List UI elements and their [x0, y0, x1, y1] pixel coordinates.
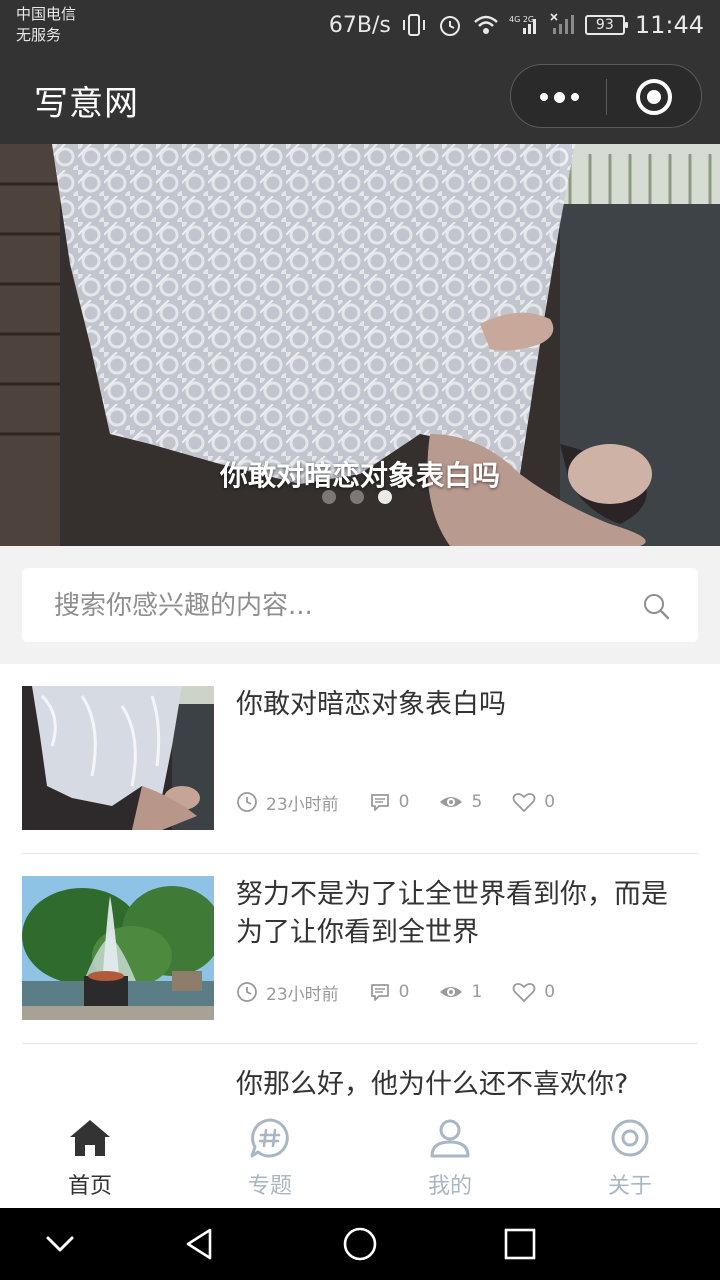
article-thumbnail[interactable] [22, 686, 214, 830]
more-dot-icon [570, 93, 579, 101]
recents-icon[interactable] [502, 1226, 538, 1262]
tab-label: 关于 [607, 1174, 652, 1199]
carousel-dot[interactable] [350, 490, 364, 504]
banner-carousel[interactable]: 你敢对暗恋对象表白吗 [0, 144, 720, 546]
bottom-tab-bar: 首页 专题 我的 关于 [0, 1106, 720, 1208]
carrier-info: 中国电信 无服务 [16, 4, 76, 46]
view-count: 1 [439, 981, 482, 1003]
article-thumbnail[interactable] [22, 876, 214, 1020]
article-title[interactable]: 你敢对暗恋对象表白吗 [236, 686, 676, 724]
search-section [0, 546, 720, 664]
eye-icon [440, 987, 463, 997]
article-item[interactable]: 努力不是为了让全世界看到你，而是为了让你看到全世界 23小时前 0 1 0 [22, 854, 698, 1044]
more-dot-icon [553, 91, 565, 103]
article-title[interactable]: 努力不是为了让全世界看到你，而是为了让你看到全世界 [236, 876, 676, 952]
system-nav-bar [0, 1208, 720, 1280]
user-icon [430, 1119, 470, 1158]
tab-label: 我的 [427, 1174, 472, 1199]
battery-indicator: 93 [584, 15, 628, 35]
like-count: 0 [512, 981, 555, 1003]
alarm-icon [439, 16, 460, 36]
comment-count-text: 0 [398, 982, 410, 1002]
more-menu-button[interactable] [533, 79, 585, 115]
tab-mine[interactable]: 我的 [360, 1106, 540, 1208]
heart-icon [512, 792, 536, 812]
search-icon[interactable] [642, 592, 670, 620]
cellular-signal-icon: 4G 2G [509, 15, 536, 34]
view-count-text: 5 [471, 792, 483, 812]
carousel-indicators [322, 489, 402, 505]
status-bar: 中国电信 无服务 67B/s 4G 2G 93 11:44 [0, 0, 720, 50]
article-meta: 23小时前 0 5 0 [236, 788, 585, 816]
comment-icon [370, 984, 389, 1001]
back-icon[interactable] [182, 1226, 218, 1262]
like-count-text: 0 [544, 982, 556, 1002]
tab-about[interactable]: 关于 [540, 1106, 720, 1208]
more-dot-icon [539, 93, 548, 101]
status-indicators: 67B/s 4G 2G 93 11:44 [329, 8, 704, 42]
wifi-icon [473, 15, 498, 34]
carrier-name: 中国电信 [16, 5, 77, 23]
publish-time: 23小时前 [236, 790, 339, 815]
search-box[interactable] [22, 568, 698, 642]
view-count: 5 [439, 791, 482, 813]
capsule-divider [606, 79, 607, 115]
header: 写意网 [0, 50, 720, 144]
comment-icon [370, 794, 389, 811]
comment-count: 0 [369, 981, 410, 1003]
hide-keyboard-chevron-icon[interactable] [42, 1226, 78, 1262]
eye-icon [440, 797, 463, 807]
network-speed: 67B/s [328, 12, 391, 38]
banner-caption: 你敢对暗恋对象表白吗 [219, 459, 500, 492]
view-count-text: 1 [471, 982, 483, 1002]
carousel-dot-active[interactable] [378, 490, 392, 504]
article-meta: 23小时前 0 1 0 [236, 978, 585, 1006]
comment-count: 0 [369, 791, 410, 813]
search-input[interactable] [52, 586, 612, 626]
topic-icon [250, 1118, 289, 1158]
tab-label: 首页 [67, 1174, 112, 1199]
home-icon [70, 1120, 110, 1156]
clock-icon [237, 982, 257, 1002]
publish-time: 23小时前 [236, 980, 339, 1005]
clock-icon [237, 792, 257, 812]
publish-time-text: 23小时前 [266, 984, 339, 1005]
like-count-text: 0 [544, 792, 556, 812]
clock: 11:44 [634, 11, 704, 39]
carrier-service: 无服务 [16, 26, 62, 44]
tab-label: 专题 [247, 1174, 292, 1199]
home-button-icon[interactable] [342, 1226, 378, 1262]
close-mini-program-button[interactable] [636, 79, 672, 115]
network-type-label: 4G 2G [509, 15, 534, 24]
tab-topics[interactable]: 专题 [180, 1106, 360, 1208]
mini-program-capsule [510, 64, 702, 128]
article-item[interactable]: 你那么好，他为什么还不喜欢你? [22, 1044, 698, 1106]
like-count: 0 [512, 791, 555, 813]
heart-icon [512, 982, 536, 1002]
publish-time-text: 23小时前 [266, 794, 339, 815]
about-icon [611, 1119, 649, 1157]
article-item[interactable]: 你敢对暗恋对象表白吗 23小时前 0 5 0 [22, 664, 698, 854]
vibrate-icon [402, 14, 425, 36]
carousel-dot[interactable] [322, 490, 336, 504]
article-title[interactable]: 你那么好，他为什么还不喜欢你? [236, 1066, 676, 1104]
no-signal-icon [550, 13, 574, 34]
app-title: 写意网 [34, 84, 139, 124]
tab-home[interactable]: 首页 [0, 1106, 180, 1208]
comment-count-text: 0 [398, 792, 410, 812]
